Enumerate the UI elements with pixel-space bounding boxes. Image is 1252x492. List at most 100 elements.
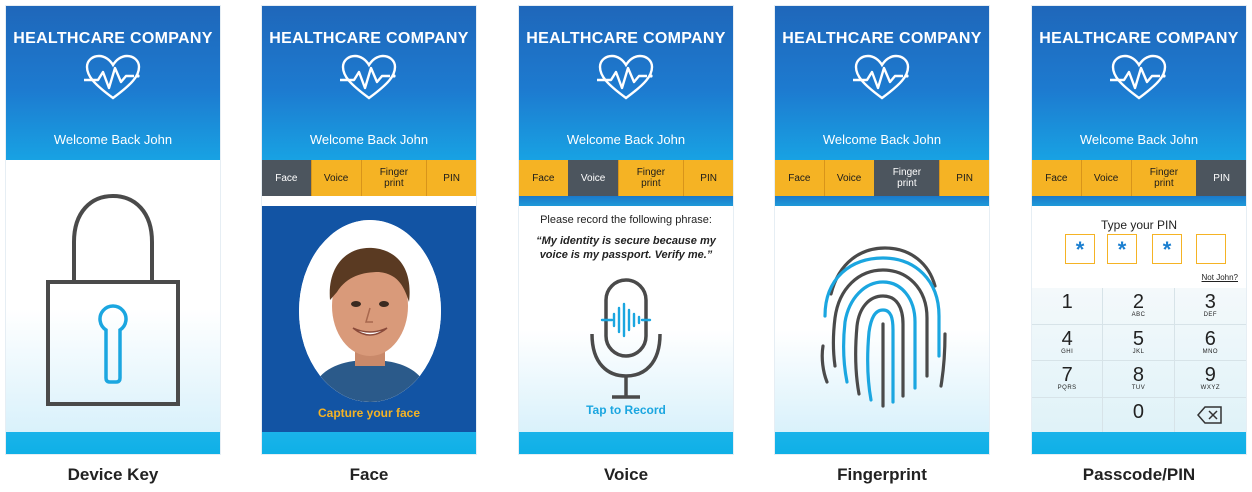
- face-screen: HEALTHCARE COMPANY Welcome Back John Fac…: [262, 6, 476, 454]
- tab-face[interactable]: Face: [775, 160, 824, 196]
- welcome-message: Welcome Back John: [53, 132, 173, 147]
- tab-pin[interactable]: PIN: [683, 160, 733, 196]
- auth-method-tabs: Face Voice Finger print PIN: [1032, 160, 1246, 196]
- welcome-message: Welcome Back John: [566, 132, 686, 147]
- key-letters: GHI: [1061, 348, 1074, 355]
- auth-method-tabs: Face Voice Finger print PIN: [519, 160, 733, 196]
- auth-method-tabs: Face Voice Finger print PIN: [775, 160, 989, 196]
- key-2[interactable]: 2 ABC: [1103, 288, 1175, 325]
- key-digit: 0: [1132, 400, 1145, 423]
- heart-pulse-logo-icon: [597, 54, 654, 100]
- heart-pulse-logo-icon: [1110, 54, 1167, 100]
- footer-bar: [775, 432, 989, 454]
- tab-voice[interactable]: Voice: [823, 160, 874, 196]
- passphrase-text: “My identity is secure because my voice …: [536, 235, 716, 261]
- caption-device-key: Device Key: [67, 465, 159, 484]
- app-header: HEALTHCARE COMPANY Welcome Back John: [1032, 6, 1246, 160]
- key-digit: 6: [1204, 327, 1216, 350]
- key-letters: TUV: [1131, 385, 1146, 392]
- key-8[interactable]: 8 TUV: [1103, 361, 1175, 398]
- pin-digit-box[interactable]: *: [1065, 234, 1095, 264]
- pin-digit-box[interactable]: [1196, 234, 1226, 264]
- padlock-icon[interactable]: [6, 160, 220, 432]
- fingerprint-body: [775, 206, 989, 432]
- tab-voice[interactable]: Voice: [567, 160, 618, 196]
- tab-underline-strip: [1032, 196, 1246, 206]
- tap-to-record-button[interactable]: Tap to Record: [519, 403, 733, 417]
- user-face-photo: [299, 220, 441, 402]
- welcome-message: Welcome Back John: [1079, 132, 1199, 147]
- tab-pin[interactable]: PIN: [939, 160, 989, 196]
- pin-digit-box[interactable]: *: [1152, 234, 1182, 264]
- pin-screen: HEALTHCARE COMPANY Welcome Back John Fac…: [1032, 6, 1246, 454]
- caption-voice: Voice: [603, 465, 649, 484]
- key-digit: 9: [1204, 364, 1216, 387]
- tab-voice[interactable]: Voice: [310, 160, 361, 196]
- key-digit: 8: [1132, 364, 1145, 387]
- key-0[interactable]: 0: [1103, 397, 1175, 434]
- tab-face[interactable]: Face: [262, 160, 311, 196]
- key-digit: 5: [1132, 327, 1145, 350]
- key-3[interactable]: 3 DEF: [1174, 288, 1246, 325]
- key-letters: JKL: [1132, 348, 1145, 355]
- key-digit: 1: [1061, 291, 1073, 314]
- pin-title: Type your PIN: [1100, 218, 1178, 232]
- microphone-icon[interactable]: [586, 276, 666, 400]
- company-name: HEALTHCARE COMPANY: [13, 30, 213, 47]
- auth-method-tabs: Face Voice Finger print PIN: [262, 160, 476, 196]
- tab-fingerprint[interactable]: Finger print: [1130, 160, 1197, 196]
- tab-voice[interactable]: Voice: [1080, 160, 1131, 196]
- app-header: HEALTHCARE COMPANY Welcome Back John: [6, 6, 220, 160]
- fingerprint-screen: HEALTHCARE COMPANY Welcome Back John Fac…: [775, 6, 989, 454]
- key-1[interactable]: 1: [1032, 288, 1104, 325]
- key-letters: PQRS: [1057, 385, 1077, 392]
- fingerprint-icon[interactable]: [775, 206, 989, 432]
- footer-bar: [6, 432, 220, 454]
- numeric-keypad: 1 2 ABC 3 DEF 4 GHI 5 JKL 6 MNO 7 PQRS 8 TUV 9W…: [1032, 288, 1246, 434]
- key-4[interactable]: 4 GHI: [1032, 324, 1104, 361]
- key-digit: 4: [1061, 327, 1073, 350]
- heart-pulse-logo-icon: [340, 54, 397, 100]
- key-digit: 3: [1204, 291, 1216, 314]
- app-header: HEALTHCARE COMPANY Welcome Back John: [519, 6, 733, 160]
- company-name: HEALTHCARE COMPANY: [1039, 30, 1239, 47]
- app-header: HEALTHCARE COMPANY Welcome Back John: [262, 6, 476, 160]
- key-digit: 7: [1061, 364, 1073, 387]
- tab-underline-strip: [519, 196, 733, 206]
- footer-bar: [262, 432, 476, 454]
- heart-pulse-logo-icon: [853, 54, 910, 100]
- tab-pin[interactable]: PIN: [1196, 160, 1246, 196]
- device-key-screen: HEALTHCARE COMPANY Welcome Back John: [6, 6, 220, 454]
- footer-bar: [519, 432, 733, 454]
- tab-face[interactable]: Face: [519, 160, 568, 196]
- tab-fingerprint[interactable]: Finger print: [873, 160, 940, 196]
- caption-fingerprint: Fingerprint: [837, 465, 927, 484]
- key-5[interactable]: 5 JKL: [1103, 324, 1175, 361]
- tab-fingerprint[interactable]: Finger print: [360, 160, 427, 196]
- key-letters: DEF: [1203, 312, 1218, 319]
- pin-digit-box[interactable]: *: [1107, 234, 1137, 264]
- not-user-link[interactable]: Not John?: [1202, 273, 1238, 282]
- voice-screen: HEALTHCARE COMPANY Welcome Back John Fac…: [519, 6, 733, 454]
- record-instruction: Please record the following phrase:: [540, 214, 712, 226]
- device-key-body: [6, 160, 220, 432]
- key-letters: WXYZ: [1200, 385, 1220, 392]
- tab-face[interactable]: Face: [1032, 160, 1081, 196]
- key-6[interactable]: 6 MNO: [1174, 325, 1246, 361]
- welcome-message: Welcome Back John: [822, 132, 942, 147]
- app-header: HEALTHCARE COMPANY Welcome Back John: [775, 6, 989, 160]
- company-name: HEALTHCARE COMPANY: [269, 30, 469, 47]
- tab-fingerprint[interactable]: Finger print: [617, 160, 684, 196]
- backspace-key[interactable]: [1174, 398, 1246, 434]
- key-9[interactable]: 9 WXYZ: [1174, 361, 1246, 398]
- capture-face-prompt: Capture your face: [317, 406, 421, 420]
- face-capture-area[interactable]: Capture your face: [262, 206, 476, 432]
- key-letters: MNO: [1202, 348, 1219, 355]
- key-7[interactable]: 7 PQRS: [1032, 361, 1104, 398]
- footer-bar: [1032, 432, 1246, 454]
- tab-pin[interactable]: PIN: [426, 160, 476, 196]
- caption-passcode-pin: Passcode/PIN: [1082, 465, 1196, 484]
- heart-pulse-logo-icon: [84, 54, 141, 100]
- backspace-icon: [1197, 406, 1223, 424]
- key-digit: 2: [1132, 291, 1145, 314]
